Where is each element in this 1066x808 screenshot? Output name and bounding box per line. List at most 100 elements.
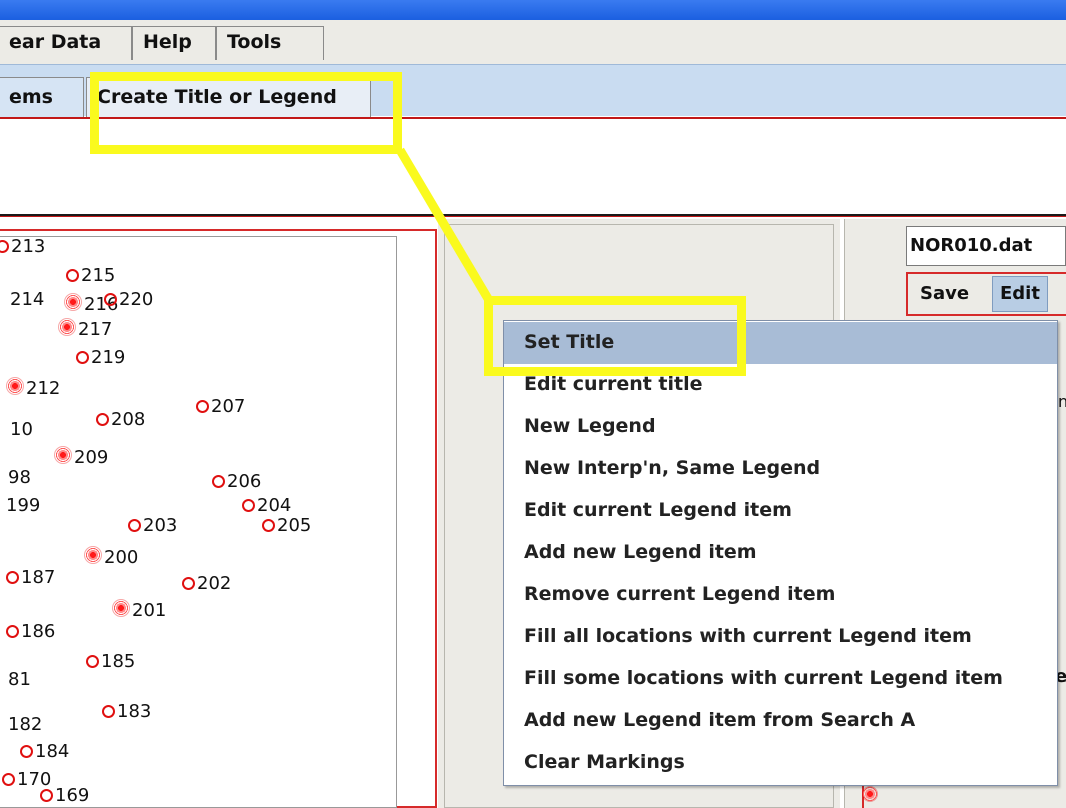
- open-circle-marker-icon: [104, 293, 117, 306]
- station-213[interactable]: 213: [0, 237, 45, 257]
- station-10[interactable]: 10: [10, 420, 33, 440]
- open-circle-marker-icon: [66, 269, 79, 282]
- station-label: 220: [119, 289, 154, 310]
- menu-item-new-legend[interactable]: New Legend: [504, 406, 1057, 448]
- station-182[interactable]: 182: [8, 715, 42, 735]
- station-81[interactable]: 81: [8, 670, 31, 690]
- highlight-box-menu-item: [484, 296, 746, 376]
- station-183[interactable]: 183: [102, 702, 151, 722]
- station-206[interactable]: 206: [212, 472, 261, 492]
- station-label: 208: [111, 409, 146, 430]
- station-187[interactable]: 187: [6, 568, 55, 588]
- tab-clear-data[interactable]: ear Data: [0, 26, 132, 60]
- station-185[interactable]: 185: [86, 652, 135, 672]
- open-circle-marker-icon: [20, 745, 33, 758]
- station-label: 10: [10, 419, 33, 440]
- file-name-field[interactable]: NOR010.dat: [906, 226, 1066, 266]
- save-button[interactable]: Save: [912, 276, 977, 312]
- open-circle-marker-icon: [182, 577, 195, 590]
- legend-context-menu: Set Title Edit current title New Legend …: [503, 320, 1058, 786]
- tab-tools[interactable]: Tools: [216, 26, 324, 60]
- station-label: 185: [101, 651, 136, 672]
- burst-marker-icon: [58, 318, 76, 336]
- menu-item-clear-markings[interactable]: Clear Markings: [504, 742, 1057, 784]
- station-169[interactable]: 169: [40, 786, 89, 806]
- menu-item-edit-current-legend-item[interactable]: Edit current Legend item: [504, 490, 1057, 532]
- station-220[interactable]: 220: [104, 290, 153, 310]
- station-207[interactable]: 207: [196, 397, 245, 417]
- open-circle-marker-icon: [6, 625, 19, 638]
- station-label: 200: [104, 547, 139, 568]
- station-208[interactable]: 208: [96, 410, 145, 430]
- station-label: 201: [132, 600, 167, 621]
- burst-marker-icon: [862, 786, 878, 802]
- station-209[interactable]: 209: [54, 446, 108, 468]
- menu-item-new-interpn-same-legend[interactable]: New Interp'n, Same Legend: [504, 448, 1057, 490]
- station-label: 204: [257, 495, 292, 516]
- station-label: 205: [277, 515, 312, 536]
- station-202[interactable]: 202: [182, 574, 231, 594]
- station-203[interactable]: 203: [128, 516, 177, 536]
- tab-items[interactable]: ems: [0, 77, 84, 117]
- open-circle-marker-icon: [128, 519, 141, 532]
- open-circle-marker-icon: [6, 571, 19, 584]
- separator-line: [0, 214, 1066, 217]
- legend-item-preview: [862, 786, 878, 807]
- station-219[interactable]: 219: [76, 348, 125, 368]
- station-label: 213: [11, 236, 46, 257]
- menu-item-fill-some-locations[interactable]: Fill some locations with current Legend …: [504, 658, 1057, 700]
- menu-item-remove-current-legend-item[interactable]: Remove current Legend item: [504, 574, 1057, 616]
- burst-marker-icon: [84, 546, 102, 564]
- station-label: 98: [8, 467, 31, 488]
- station-label: 199: [6, 495, 41, 516]
- open-circle-marker-icon: [242, 499, 255, 512]
- station-201[interactable]: 201: [112, 599, 166, 621]
- station-217[interactable]: 217: [58, 318, 112, 340]
- station-label: 209: [74, 447, 109, 468]
- station-label: 214: [10, 289, 45, 310]
- menu-item-fill-all-locations[interactable]: Fill all locations with current Legend i…: [504, 616, 1057, 658]
- station-label: 206: [227, 471, 262, 492]
- station-label: 212: [26, 378, 61, 399]
- open-circle-marker-icon: [0, 240, 9, 253]
- station-199[interactable]: 199: [6, 496, 40, 516]
- open-circle-marker-icon: [40, 789, 53, 802]
- clipped-label: n: [1058, 392, 1066, 411]
- burst-marker-icon: [6, 377, 24, 395]
- station-label: 202: [197, 573, 232, 594]
- station-214[interactable]: 214: [10, 290, 44, 310]
- burst-marker-icon: [64, 293, 82, 311]
- highlight-box-tab: [90, 72, 402, 154]
- open-circle-marker-icon: [76, 351, 89, 364]
- open-circle-marker-icon: [212, 475, 225, 488]
- station-label: 186: [21, 621, 56, 642]
- burst-marker-icon: [54, 446, 72, 464]
- station-label: 207: [211, 396, 246, 417]
- burst-marker-icon: [112, 599, 130, 617]
- open-circle-marker-icon: [262, 519, 275, 532]
- open-circle-marker-icon: [102, 705, 115, 718]
- station-184[interactable]: 184: [20, 742, 69, 762]
- station-label: 81: [8, 669, 31, 690]
- station-215[interactable]: 215: [66, 266, 115, 286]
- station-label: 182: [8, 714, 43, 735]
- station-98[interactable]: 98: [8, 468, 31, 488]
- menu-item-add-new-legend-item[interactable]: Add new Legend item: [504, 532, 1057, 574]
- window-title-bar: [0, 0, 1066, 20]
- menu-item-add-legend-item-from-search[interactable]: Add new Legend item from Search A: [504, 700, 1057, 742]
- station-label: 183: [117, 701, 152, 722]
- station-label: 184: [35, 741, 70, 762]
- station-label: 215: [81, 265, 116, 286]
- station-200[interactable]: 200: [84, 546, 138, 568]
- station-186[interactable]: 186: [6, 622, 55, 642]
- station-212[interactable]: 212: [6, 377, 60, 399]
- station-label: 203: [143, 515, 178, 536]
- top-tab-bar: ear Data Help Tools: [0, 20, 1066, 64]
- station-204[interactable]: 204: [242, 496, 291, 516]
- tab-help[interactable]: Help: [132, 26, 216, 60]
- station-205[interactable]: 205: [262, 516, 311, 536]
- station-label: 187: [21, 567, 56, 588]
- edit-button[interactable]: Edit: [992, 276, 1048, 312]
- open-circle-marker-icon: [86, 655, 99, 668]
- station-label: 217: [78, 319, 113, 340]
